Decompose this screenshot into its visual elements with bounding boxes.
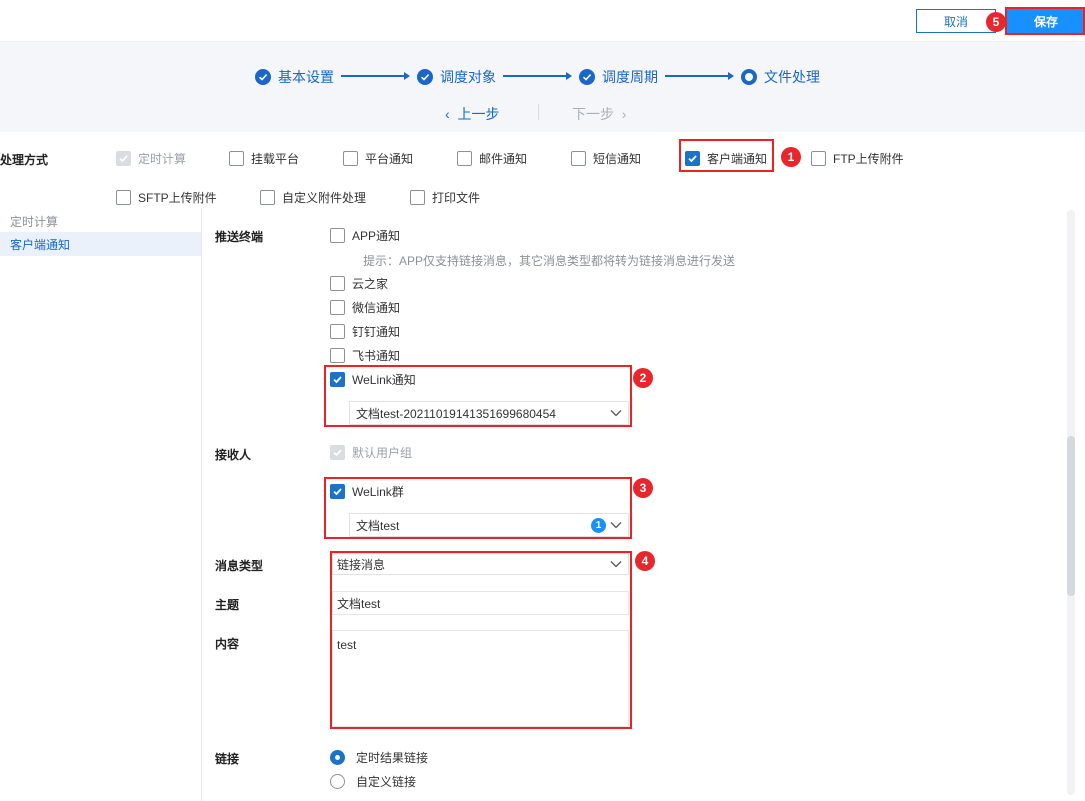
checkbox-label: FTP上传附件 bbox=[833, 152, 904, 166]
message-highlight bbox=[330, 551, 632, 729]
prev-step-label: 上一步 bbox=[457, 106, 500, 122]
checkbox-scheduled-calc: 定时计算 bbox=[116, 150, 186, 167]
chevron-right-icon: › bbox=[621, 106, 627, 122]
checkbox-label: 飞书通知 bbox=[352, 349, 401, 363]
step-label: 调度对象 bbox=[440, 69, 496, 85]
checkbox-icon bbox=[330, 348, 345, 363]
receiver-label: 接收人 bbox=[215, 448, 252, 462]
annotation-marker-1: 1 bbox=[781, 147, 801, 167]
next-step-label: 下一步 bbox=[572, 106, 614, 122]
step-connector bbox=[341, 72, 410, 80]
checkbox-label: 短信通知 bbox=[593, 152, 642, 166]
leftnav-divider bbox=[201, 208, 202, 801]
checkbox-label: 打印文件 bbox=[432, 191, 481, 205]
checkbox-wechat-notify[interactable]: 微信通知 bbox=[330, 299, 400, 316]
checkbox-sms-notify[interactable]: 短信通知 bbox=[571, 150, 641, 167]
checkbox-icon bbox=[330, 300, 345, 315]
step-basic-settings[interactable]: 基本设置 bbox=[255, 67, 334, 87]
checkbox-label: 默认用户组 bbox=[352, 446, 413, 460]
step-schedule-period[interactable]: 调度周期 bbox=[579, 67, 658, 87]
step-connector bbox=[503, 72, 572, 80]
checkbox-icon bbox=[330, 324, 345, 339]
message-type-label: 消息类型 bbox=[215, 559, 264, 573]
checkbox-icon bbox=[260, 190, 275, 205]
checkbox-app-notify[interactable]: APP通知 bbox=[330, 227, 400, 244]
checkbox-dingtalk-notify[interactable]: 钉钉通知 bbox=[330, 323, 400, 340]
step-label: 文件处理 bbox=[764, 69, 820, 85]
annotation-marker-4: 4 bbox=[635, 551, 655, 571]
top-toolbar: 取消 5 保存 bbox=[0, 0, 1085, 42]
checkbox-mount-platform[interactable]: 挂载平台 bbox=[229, 150, 299, 167]
chevron-left-icon: ‹ bbox=[445, 106, 450, 122]
content-label: 内容 bbox=[215, 637, 240, 651]
step-label: 基本设置 bbox=[278, 69, 334, 85]
radio-custom-link[interactable]: 自定义链接 bbox=[330, 773, 416, 790]
checkbox-email-notify[interactable]: 邮件通知 bbox=[457, 150, 527, 167]
step-connector bbox=[665, 72, 734, 80]
checkbox-label: 钉钉通知 bbox=[352, 325, 401, 339]
link-label: 链接 bbox=[215, 752, 240, 766]
radio-checked-icon bbox=[330, 750, 345, 765]
checkbox-icon bbox=[330, 445, 345, 460]
check-icon bbox=[255, 69, 271, 85]
annotation-marker-2: 2 bbox=[633, 368, 653, 388]
radio-scheduled-result-link[interactable]: 定时结果链接 bbox=[330, 749, 428, 766]
app-hint-text: 提示：APP仅支持链接消息，其它消息类型都将转为链接消息进行发送 bbox=[363, 254, 736, 268]
checkbox-icon bbox=[410, 190, 425, 205]
checkbox-platform-notify[interactable]: 平台通知 bbox=[343, 150, 413, 167]
vertical-scrollbar-thumb[interactable] bbox=[1067, 436, 1075, 596]
leftnav-item-client-notify[interactable]: 客户端通知 bbox=[0, 232, 201, 256]
prev-step-button[interactable]: ‹ 上一步 bbox=[445, 104, 499, 124]
checkbox-print-file[interactable]: 打印文件 bbox=[410, 189, 480, 206]
checkbox-icon bbox=[229, 151, 244, 166]
step-schedule-object[interactable]: 调度对象 bbox=[417, 67, 496, 87]
subject-label: 主题 bbox=[215, 598, 240, 612]
check-icon bbox=[417, 69, 433, 85]
checkbox-icon bbox=[811, 151, 826, 166]
annotation-marker-5: 5 bbox=[986, 12, 1006, 32]
checkbox-label: 邮件通知 bbox=[479, 152, 528, 166]
checkbox-icon bbox=[330, 276, 345, 291]
radio-label: 自定义链接 bbox=[356, 775, 417, 789]
checkbox-icon bbox=[571, 151, 586, 166]
checkbox-default-group: 默认用户组 bbox=[330, 444, 412, 461]
step-wizard: 基本设置 调度对象 调度周期 文件处理 ‹ 上一步 下一步 › bbox=[0, 42, 1085, 132]
checkbox-label: 挂载平台 bbox=[251, 152, 300, 166]
client-notify-highlight bbox=[679, 139, 774, 172]
cancel-button[interactable]: 取消 bbox=[916, 9, 996, 33]
checkbox-label: SFTP上传附件 bbox=[138, 191, 217, 205]
checkbox-icon bbox=[343, 151, 358, 166]
checkbox-label: APP通知 bbox=[352, 229, 401, 243]
checkbox-yunzhijia[interactable]: 云之家 bbox=[330, 275, 388, 292]
checkbox-icon bbox=[116, 190, 131, 205]
current-step-icon bbox=[741, 69, 757, 85]
checkbox-label: 平台通知 bbox=[365, 152, 414, 166]
welink-notify-highlight bbox=[324, 365, 632, 427]
annotation-marker-3: 3 bbox=[633, 478, 653, 498]
next-step-button[interactable]: 下一步 › bbox=[572, 104, 626, 124]
check-icon bbox=[579, 69, 595, 85]
save-highlight bbox=[1005, 7, 1085, 35]
nav-divider bbox=[538, 104, 539, 120]
checkbox-icon bbox=[330, 228, 345, 243]
checkbox-label: 微信通知 bbox=[352, 301, 401, 315]
welink-group-highlight bbox=[324, 477, 632, 539]
step-file-processing[interactable]: 文件处理 bbox=[741, 67, 820, 87]
step-label: 调度周期 bbox=[602, 69, 658, 85]
checkbox-label: 云之家 bbox=[352, 277, 389, 291]
checkbox-custom-attachment[interactable]: 自定义附件处理 bbox=[260, 189, 366, 206]
leftnav-item-scheduled-calc[interactable]: 定时计算 bbox=[10, 213, 58, 230]
radio-label: 定时结果链接 bbox=[356, 751, 429, 765]
checkbox-ftp-upload[interactable]: FTP上传附件 bbox=[811, 150, 904, 167]
checkbox-icon bbox=[457, 151, 472, 166]
checkbox-label: 自定义附件处理 bbox=[282, 191, 367, 205]
checkbox-sftp-upload[interactable]: SFTP上传附件 bbox=[116, 189, 217, 206]
checkbox-label: 定时计算 bbox=[138, 152, 187, 166]
checkbox-icon bbox=[116, 151, 131, 166]
processing-label: 处理方式 bbox=[0, 153, 49, 167]
checkbox-feishu-notify[interactable]: 飞书通知 bbox=[330, 347, 400, 364]
radio-icon bbox=[330, 774, 345, 789]
push-terminal-label: 推送终端 bbox=[215, 230, 264, 244]
